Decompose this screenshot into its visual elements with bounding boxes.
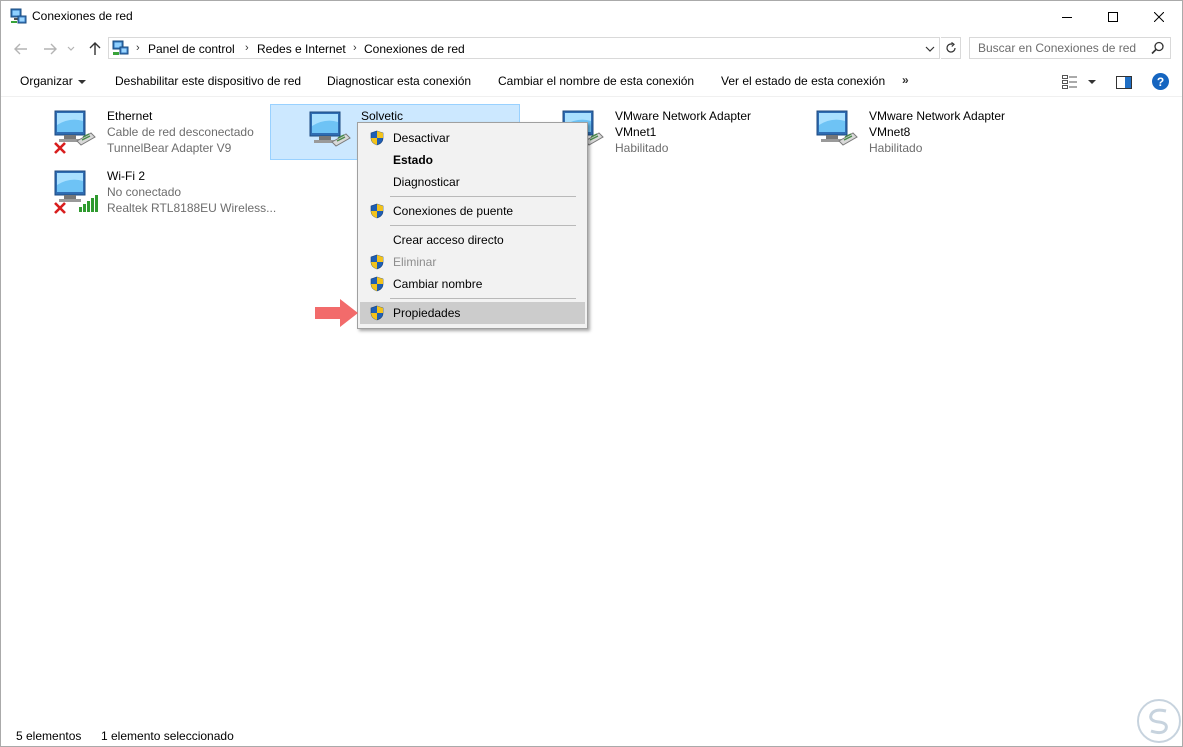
breadcrumb-control-panel[interactable]: Panel de control (148, 42, 235, 56)
address-dropdown-icon[interactable] (924, 44, 936, 54)
connection-item-wifi2[interactable]: Wi-Fi 2 No conectado Realtek RTL8188EU W… (51, 165, 276, 221)
refresh-button[interactable] (941, 37, 961, 59)
menu-item-create-shortcut[interactable]: Crear acceso directo (360, 229, 585, 251)
back-button[interactable] (12, 40, 30, 58)
connection-name: VMware Network Adapter (869, 109, 1006, 123)
organize-label: Organizar (20, 74, 73, 88)
search-box[interactable] (969, 37, 1171, 59)
ethernet-adapter-icon (816, 110, 858, 146)
connection-adapter: Realtek RTL8188EU Wireless... (107, 201, 277, 215)
chevron-down-icon (77, 79, 86, 84)
menu-item-deactivate[interactable]: Desactivar (360, 127, 585, 149)
chevron-down-icon (67, 46, 75, 51)
chevron-down-icon (1088, 80, 1096, 84)
preview-pane-button[interactable] (1116, 74, 1132, 90)
breadcrumb-network-internet[interactable]: Redes e Internet (257, 42, 346, 56)
uac-shield-icon (370, 276, 384, 292)
menu-item-label: Crear acceso directo (393, 233, 504, 247)
chevron-right-icon[interactable]: › (245, 42, 249, 54)
view-status-button[interactable]: Ver el estado de esta conexión (721, 74, 885, 88)
menu-item-label: Propiedades (393, 306, 461, 320)
item-count: 5 elementos (16, 729, 82, 743)
network-connections-icon (10, 8, 27, 24)
minimize-icon (1062, 16, 1072, 18)
rename-connection-button[interactable]: Cambiar el nombre de esta conexión (498, 74, 694, 88)
preview-pane-icon (1116, 75, 1132, 89)
help-button[interactable]: ? (1152, 73, 1169, 90)
search-input[interactable] (970, 38, 1146, 58)
connection-name: VMware Network Adapter (615, 109, 752, 123)
menu-item-label: Diagnosticar (393, 175, 460, 189)
connection-status: Cable de red desconectado (107, 125, 254, 139)
diagnose-connection-button[interactable]: Diagnosticar esta conexión (327, 74, 471, 88)
menu-item-delete: Eliminar (360, 251, 585, 273)
menu-item-label: Conexiones de puente (393, 204, 514, 218)
connection-status: Habilitado (869, 141, 923, 155)
connection-name: Wi-Fi 2 (107, 169, 145, 183)
close-icon (1154, 11, 1164, 22)
more-commands-button[interactable]: » (902, 73, 909, 87)
menu-item-label: Cambiar nombre (393, 277, 483, 291)
menu-item-bridge[interactable]: Conexiones de puente (360, 200, 585, 222)
organize-menu-button[interactable]: Organizar (20, 74, 86, 88)
details-view-icon (1062, 75, 1077, 89)
uac-shield-icon (370, 305, 384, 321)
maximize-icon (1108, 11, 1118, 22)
connection-item-ethernet[interactable]: Ethernet Cable de red desconectado Tunne… (51, 105, 265, 161)
uac-shield-icon (370, 130, 384, 146)
refresh-icon (945, 42, 956, 53)
chevron-right-icon[interactable]: › (353, 42, 357, 54)
connection-item-vmnet8[interactable]: VMware Network Adapter VMnet8 Habilitado (813, 105, 1027, 161)
menu-separator (390, 298, 576, 299)
uac-shield-icon (370, 203, 384, 219)
close-button[interactable] (1136, 1, 1182, 32)
watermark-logo-icon (1137, 699, 1181, 743)
search-icon[interactable] (1151, 41, 1165, 55)
menu-item-diagnose[interactable]: Diagnosticar (360, 171, 585, 193)
connection-subname: VMnet8 (869, 125, 911, 139)
context-menu: Desactivar Estado Diagnosticar Conexione… (357, 122, 588, 329)
connection-status: No conectado (107, 185, 182, 199)
forward-button[interactable] (41, 40, 59, 58)
address-bar[interactable]: › Panel de control › Redes e Internet › … (108, 37, 940, 59)
uac-shield-icon (370, 254, 384, 270)
connection-adapter: TunnelBear Adapter V9 (107, 141, 232, 155)
minimize-button[interactable] (1044, 1, 1090, 32)
annotation-arrow-icon (315, 299, 358, 327)
control-panel-icon (112, 40, 129, 55)
disable-device-button[interactable]: Deshabilitar este dispositivo de red (115, 74, 301, 88)
arrow-up-icon (89, 42, 101, 55)
breadcrumb-network-connections[interactable]: Conexiones de red (364, 42, 465, 56)
arrow-left-icon (14, 43, 27, 55)
menu-item-properties[interactable]: Propiedades (360, 302, 585, 324)
menu-item-label: Desactivar (393, 131, 450, 145)
maximize-button[interactable] (1090, 1, 1136, 32)
up-button[interactable] (86, 40, 104, 58)
recent-locations-button[interactable] (65, 40, 77, 58)
window-title: Conexiones de red (32, 9, 133, 23)
change-view-button[interactable] (1062, 74, 1096, 90)
explorer-window: Conexiones de red › Panel de control › R… (0, 0, 1183, 747)
menu-separator (390, 196, 576, 197)
status-bar: 5 elementos 1 elemento seleccionado (1, 725, 1182, 747)
menu-item-status[interactable]: Estado (360, 149, 585, 171)
menu-item-label: Estado (393, 153, 434, 167)
connection-item-vmnet1[interactable]: VMware Network Adapter VMnet1 Habilitado (559, 105, 773, 161)
menu-item-rename[interactable]: Cambiar nombre (360, 273, 585, 295)
arrow-right-icon (44, 43, 57, 55)
menu-item-label: Eliminar (393, 255, 437, 269)
menu-separator (390, 225, 576, 226)
title-bar: Conexiones de red (1, 1, 1182, 32)
disconnected-x-icon (54, 142, 66, 154)
ethernet-adapter-icon (309, 111, 351, 147)
navigation-bar: › Panel de control › Redes e Internet › … (1, 35, 1182, 63)
command-bar: Organizar Deshabilitar este dispositivo … (1, 67, 1182, 97)
connection-name: Ethernet (107, 109, 153, 123)
connection-subname: VMnet1 (615, 125, 657, 139)
connection-status: Habilitado (615, 141, 669, 155)
chevron-right-icon[interactable]: › (136, 42, 140, 54)
selection-count: 1 elemento seleccionado (101, 729, 234, 743)
disconnected-x-icon (54, 202, 66, 214)
